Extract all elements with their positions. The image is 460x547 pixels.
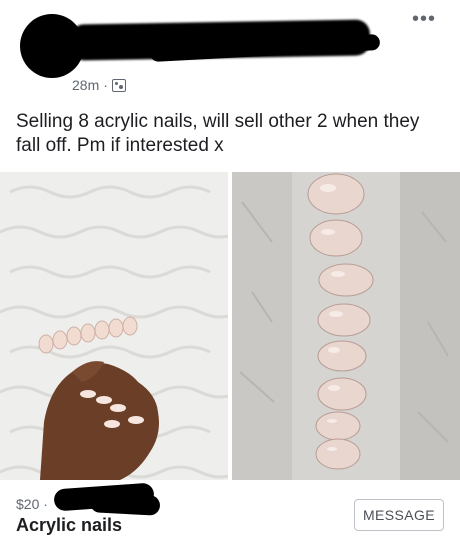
post-text: Selling 8 acrylic nails, will sell other… — [16, 111, 420, 156]
nails-on-hand-photo[interactable] — [0, 172, 228, 480]
post-timestamp[interactable]: 28m — [72, 77, 99, 93]
message-button[interactable]: MESSAGE — [354, 499, 444, 531]
nails-in-row-image — [232, 172, 460, 480]
more-options-icon[interactable]: ••• — [412, 9, 440, 30]
meta-separator: · — [103, 77, 108, 93]
photo-grid — [0, 172, 460, 480]
listing-price: $20 · — [16, 496, 48, 512]
marketplace-post: ••• 28m · Selling 8 acrylic nails, will … — [0, 0, 460, 547]
nails-on-hand-image — [0, 172, 228, 480]
price-redaction-stroke — [89, 492, 161, 516]
post-meta: 28m · — [72, 76, 126, 94]
post-header: ••• 28m · — [0, 0, 460, 100]
listing-title[interactable]: Acrylic nails — [16, 515, 122, 536]
listing-footer: $20 · Acrylic nails MESSAGE — [0, 482, 460, 547]
audience-icon[interactable] — [111, 78, 126, 92]
nails-in-row-photo[interactable] — [232, 172, 460, 480]
